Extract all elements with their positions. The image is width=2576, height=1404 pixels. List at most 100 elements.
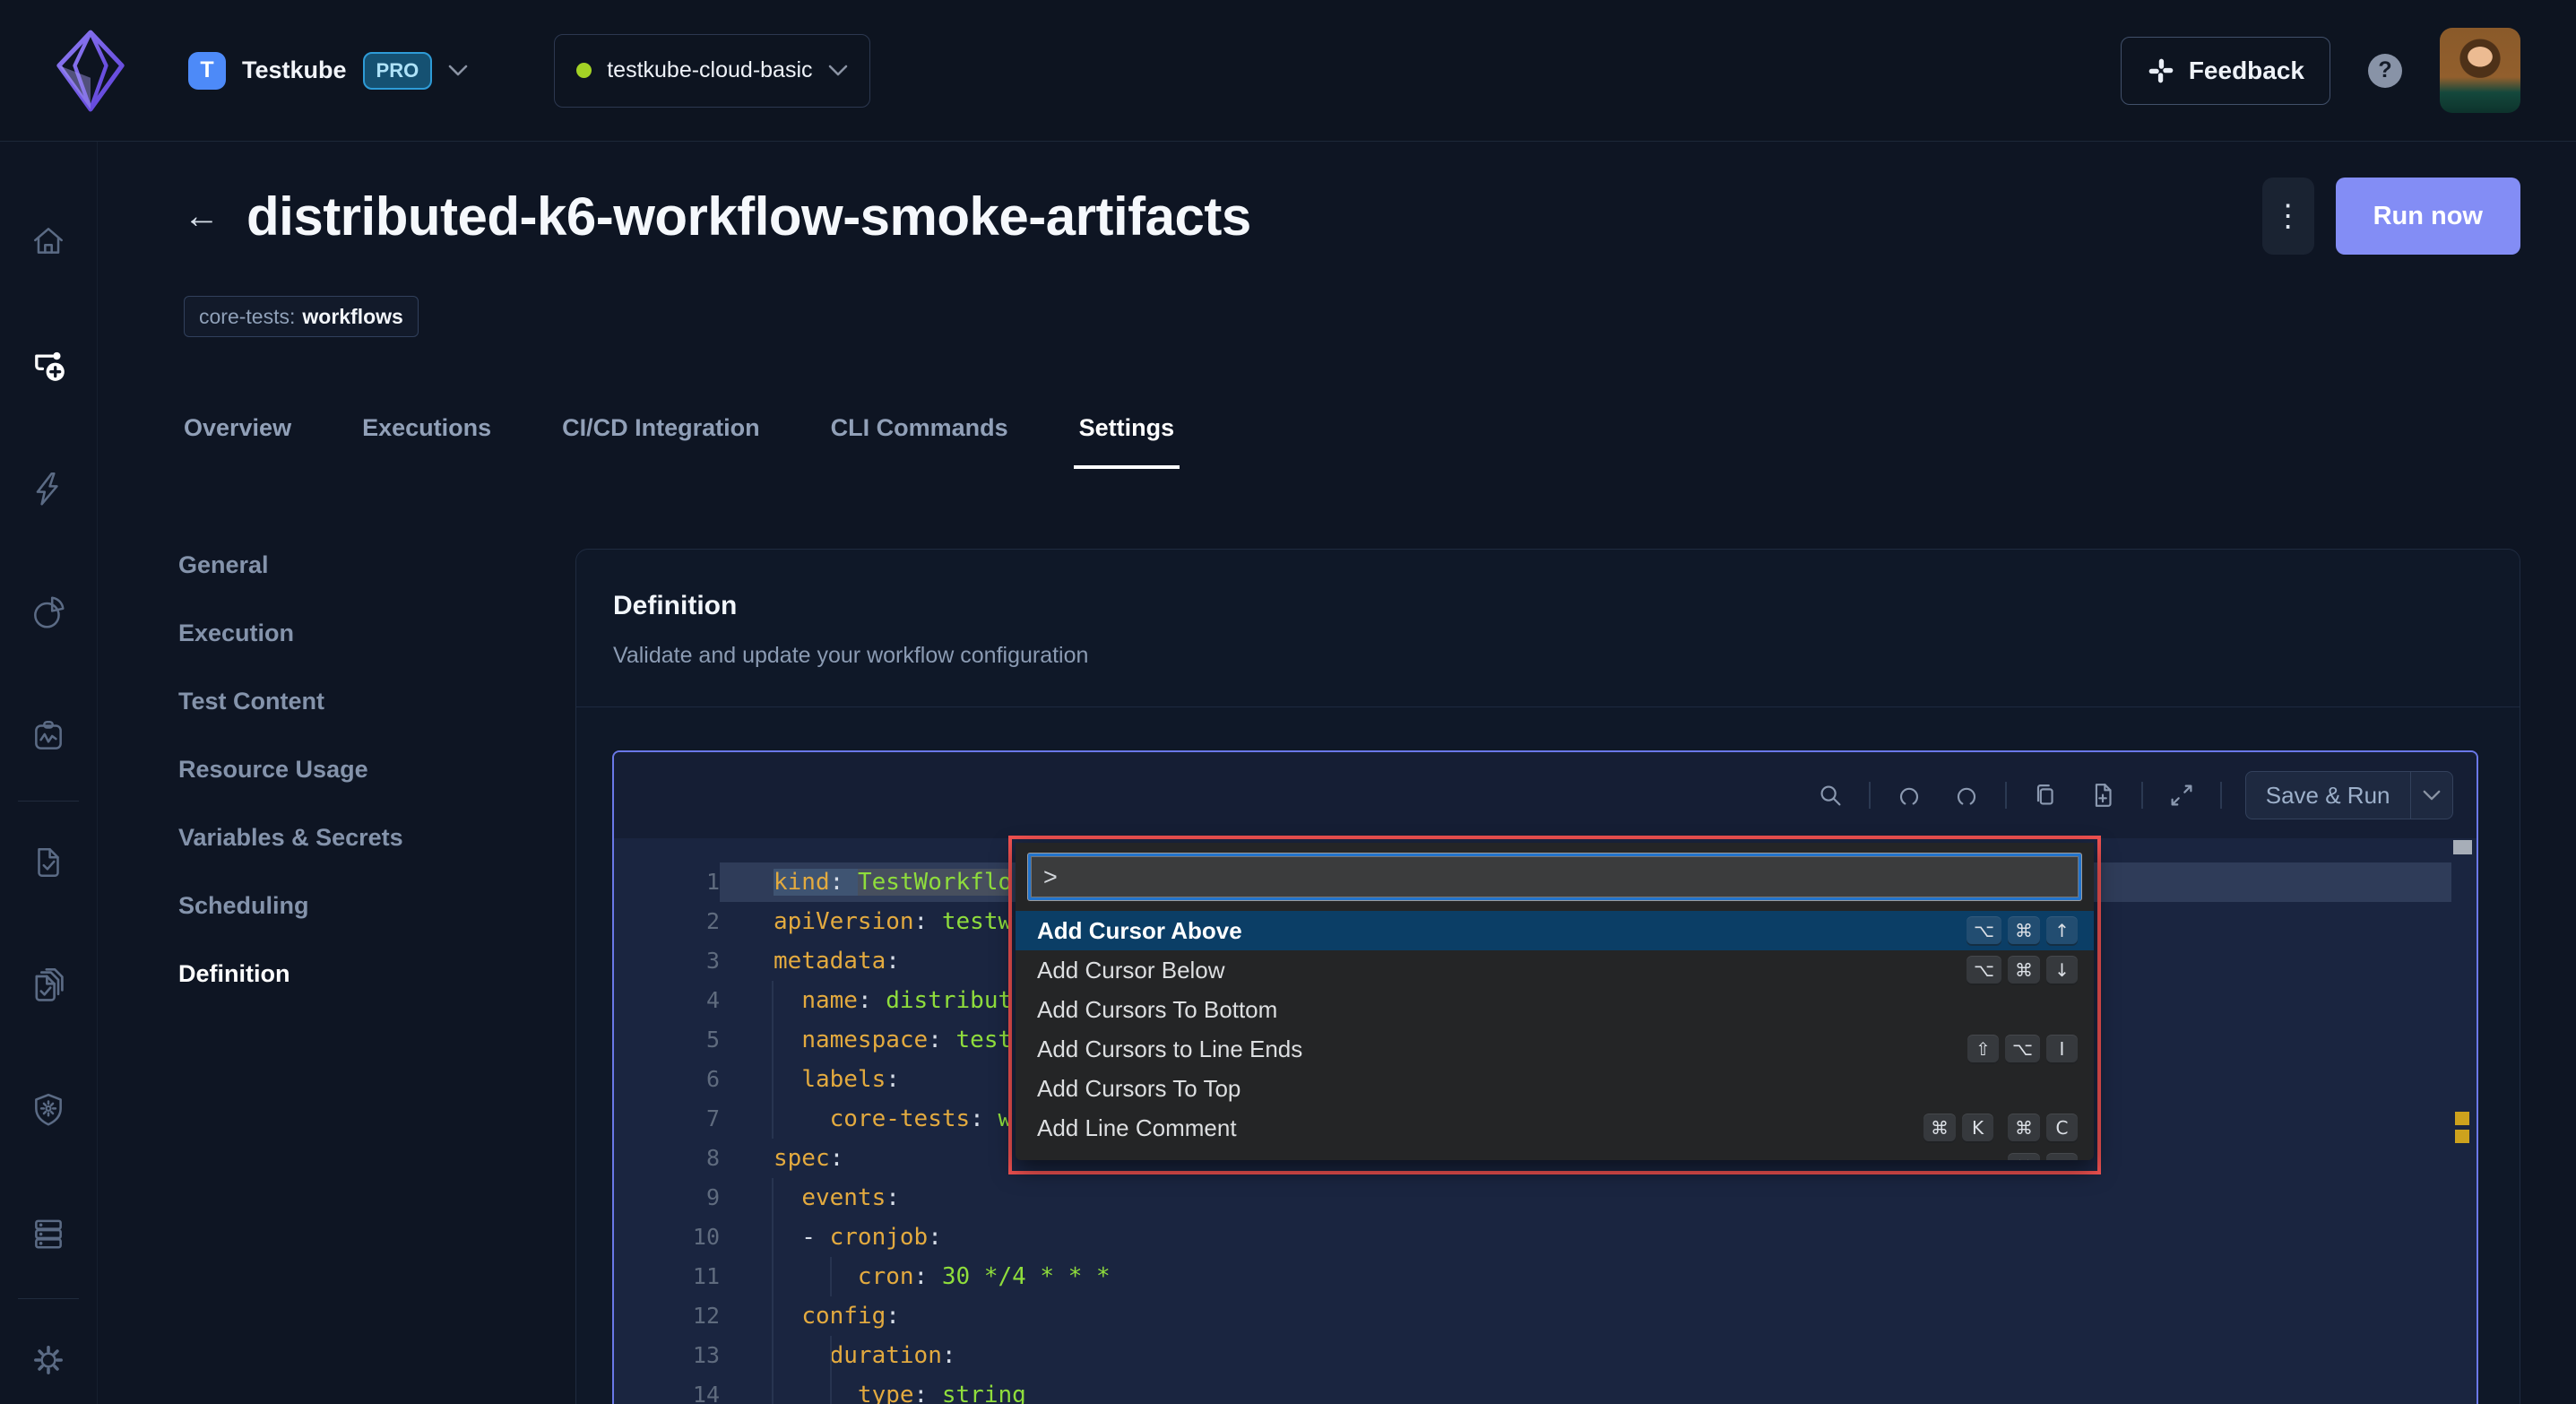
- line-number: 10: [692, 1224, 720, 1250]
- command-palette: > Add Cursor Above ⌥ ⌘ ↑ Add Cursor Below ⌥ ⌘ ↓…: [1016, 843, 2094, 1160]
- file-plus-button[interactable]: [2084, 776, 2122, 814]
- code-line[interactable]: 9 events:: [614, 1178, 2451, 1218]
- label-chip: core-tests: workflows: [184, 296, 419, 337]
- sidebar-item-sources[interactable]: [23, 1209, 73, 1259]
- status-dot: [576, 63, 592, 78]
- workflow-add-icon: [35, 351, 65, 381]
- tab-settings[interactable]: Settings: [1073, 414, 1180, 469]
- command-item-add-cursors-to-top[interactable]: Add Cursors To Top: [1016, 1069, 2094, 1108]
- tab-cli-commands[interactable]: CLI Commands: [826, 414, 1014, 469]
- line-number: 11: [692, 1263, 720, 1289]
- subnav-item-general[interactable]: General: [178, 550, 269, 580]
- toolbar-divider: [2140, 782, 2143, 809]
- overview-ruler-marker: [2455, 1112, 2469, 1125]
- redo-button[interactable]: [1948, 776, 1985, 814]
- search-button[interactable]: [1811, 776, 1849, 814]
- code-line[interactable]: 11 cron: 30 */4 * * *: [614, 1257, 2451, 1296]
- editor-scrollbar-thumb[interactable]: [2453, 840, 2472, 854]
- environment-select[interactable]: testkube-cloud-basic: [554, 33, 870, 108]
- indent-guide: [772, 981, 774, 1139]
- code-line[interactable]: 14 type: string: [614, 1375, 2451, 1404]
- command-item-add-line-comment[interactable]: Add Line Comment ⌘ K ⌘ C: [1016, 1108, 2094, 1148]
- save-and-run-button[interactable]: Save & Run: [2246, 772, 2410, 819]
- command-item-add-cursors-to-line-ends[interactable]: Add Cursors to Line Ends ⇧ ⌥ I: [1016, 1029, 2094, 1069]
- subnav-item-scheduling[interactable]: Scheduling: [178, 891, 309, 921]
- sidebar-item-workflow-add[interactable]: [23, 340, 73, 390]
- lightning-icon: [36, 472, 58, 506]
- card-header: Definition Validate and update your work…: [576, 550, 2520, 707]
- command-label: Add Cursor Below: [1037, 956, 1225, 984]
- tab-overview[interactable]: Overview: [178, 414, 297, 469]
- subnav-item-definition[interactable]: Definition: [178, 959, 290, 989]
- code-line[interactable]: 13 duration:: [614, 1336, 2451, 1375]
- code-line[interactable]: 10 - cronjob:: [614, 1218, 2451, 1257]
- page-header: ← distributed-k6-workflow-smoke-artifact…: [184, 178, 2520, 255]
- sidebar-item-home[interactable]: [23, 216, 73, 266]
- environment-name: testkube-cloud-basic: [607, 57, 813, 82]
- run-now-button[interactable]: Run now: [2335, 178, 2520, 255]
- testkube-logo-icon: [56, 30, 125, 111]
- sidebar-item-insights[interactable]: [23, 587, 73, 637]
- subnav-item-execution[interactable]: Execution: [178, 619, 294, 648]
- yaml-editor[interactable]: Save & Run 1 kind: TestWorkflo 2 apiVersion…: [612, 750, 2478, 1404]
- keycap: C: [2046, 1113, 2078, 1143]
- sidebar-item-settings[interactable]: [23, 1335, 73, 1385]
- command-item-add-cursors-to-bottom[interactable]: Add Cursors To Bottom: [1016, 990, 2094, 1029]
- testkube-logo[interactable]: [56, 28, 125, 114]
- shield-gear-icon: [35, 1093, 62, 1126]
- code-line[interactable]: 12 config:: [614, 1296, 2451, 1336]
- pie-chart-icon: [34, 596, 65, 628]
- line-number: 4: [705, 987, 720, 1013]
- settings-content: General Execution Test Content Resource Usa…: [97, 549, 2576, 1404]
- sidebar-item-tests[interactable]: [23, 837, 73, 888]
- command-palette-highlight: > Add Cursor Above ⌥ ⌘ ↑ Add Cursor Below ⌥ ⌘ ↓…: [1008, 836, 2101, 1174]
- command-item-partial[interactable]: ⌘U: [1016, 1148, 2094, 1160]
- undo-button[interactable]: [1890, 776, 1928, 814]
- subnav-item-resource-usage[interactable]: Resource Usage: [178, 755, 368, 784]
- command-item-add-cursor-below[interactable]: Add Cursor Below ⌥ ⌘ ↓: [1016, 950, 2094, 990]
- overview-ruler-marker: [2455, 1130, 2469, 1143]
- activity-monitor-icon: [35, 720, 62, 750]
- sidebar-divider: [18, 801, 79, 802]
- documents-stack-icon: [35, 967, 64, 1001]
- sidebar-item-triggers[interactable]: [23, 464, 73, 514]
- tab-executions[interactable]: Executions: [357, 414, 497, 469]
- subnav-item-test-content[interactable]: Test Content: [178, 687, 324, 716]
- command-item-add-cursor-above[interactable]: Add Cursor Above ⌥ ⌘ ↑: [1016, 911, 2094, 950]
- toolbar-divider: [2004, 782, 2007, 809]
- sidebar-item-test-suites[interactable]: [23, 961, 73, 1011]
- back-button[interactable]: ←: [184, 198, 220, 234]
- tab-ci-cd-integration[interactable]: CI/CD Integration: [557, 414, 765, 469]
- file-plus-icon: [2095, 784, 2112, 807]
- home-icon: [34, 228, 63, 254]
- line-number: 3: [705, 948, 720, 974]
- command-prompt: >: [1043, 862, 1058, 890]
- chevron-down-icon: [2423, 790, 2441, 801]
- slack-icon: [2148, 58, 2174, 82]
- keycap: U: [2046, 1152, 2078, 1160]
- copy-button[interactable]: [2027, 776, 2064, 814]
- user-avatar[interactable]: [2440, 28, 2520, 113]
- main-content: ← distributed-k6-workflow-smoke-artifact…: [97, 142, 2576, 1404]
- subnav-item-variables-secrets[interactable]: Variables & Secrets: [178, 823, 403, 853]
- command-label: Add Line Comment: [1037, 1114, 1237, 1141]
- sidebar: [0, 142, 98, 1404]
- expand-icon: [2171, 784, 2192, 806]
- keycap: K: [1962, 1113, 1993, 1143]
- toolbar-divider: [2219, 782, 2222, 809]
- org-name: Testkube: [242, 56, 347, 83]
- copy-icon: [2036, 784, 2053, 805]
- help-button[interactable]: ?: [2368, 53, 2402, 88]
- feedback-button[interactable]: Feedback: [2120, 36, 2330, 105]
- line-number: 2: [705, 908, 720, 934]
- fullscreen-button[interactable]: [2163, 776, 2200, 814]
- sidebar-item-executors[interactable]: [23, 1085, 73, 1135]
- sidebar-item-health[interactable]: [23, 711, 73, 761]
- more-actions-button[interactable]: ⋮: [2261, 178, 2314, 255]
- org-switcher[interactable]: T Testkube PRO: [188, 51, 468, 90]
- keycap: ⌘: [2008, 915, 2040, 946]
- save-options-button[interactable]: [2411, 772, 2452, 819]
- redo-icon: [1957, 787, 1975, 805]
- command-label: Add Cursors To Top: [1037, 1074, 1241, 1102]
- command-input[interactable]: >: [1028, 854, 2081, 900]
